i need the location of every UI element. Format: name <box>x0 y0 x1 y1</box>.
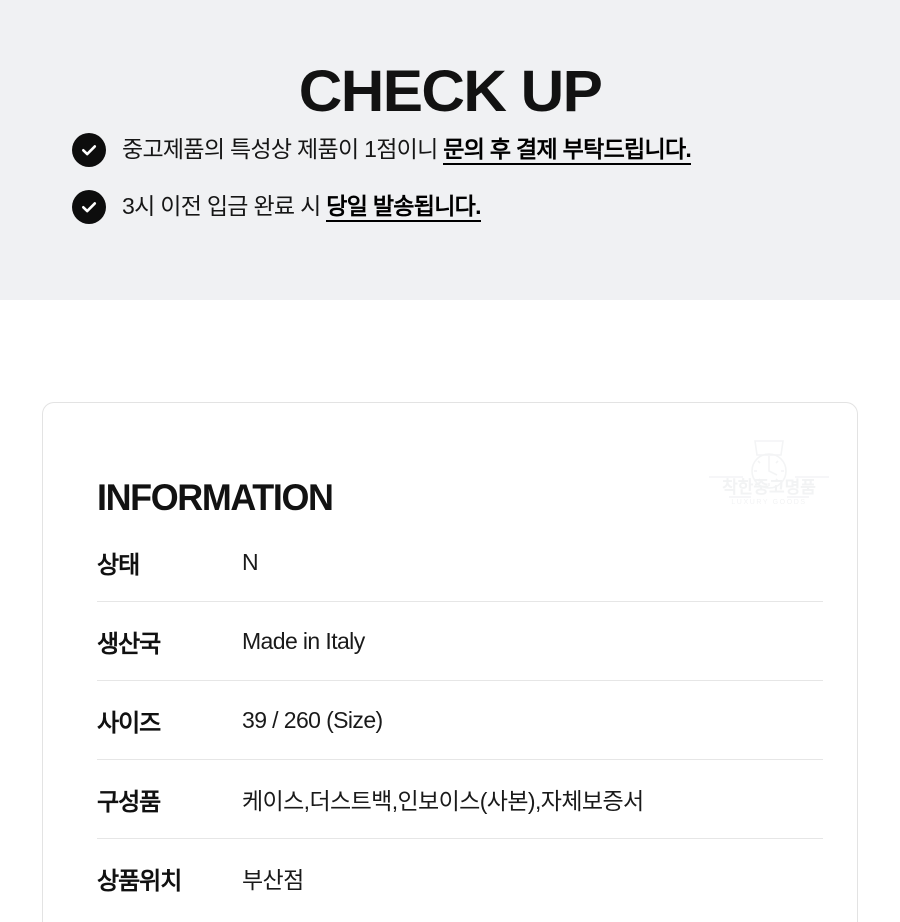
information-heading: INFORMATION <box>97 476 334 518</box>
checkup-item-text: 중고제품의 특성상 제품이 1점이니 문의 후 결제 부탁드립니다. <box>122 132 872 166</box>
table-row: 생산국 Made in Italy <box>97 601 823 680</box>
table-row: 상품위치 부산점 <box>97 838 823 917</box>
checkup-item-text: 3시 이전 입금 완료 시 당일 발송됩니다. <box>122 189 872 223</box>
table-row: 구성품 케이스,더스트백,인보이스(사본),자체보증서 <box>97 759 823 838</box>
checkup-item: 중고제품의 특성상 제품이 1점이니 문의 후 결제 부탁드립니다. <box>72 132 872 167</box>
checkup-section: CHECK UP 중고제품의 특성상 제품이 1점이니 문의 후 결제 부탁드립… <box>0 0 900 300</box>
section-spacer <box>0 300 900 402</box>
table-row: 상태 N <box>97 523 823 601</box>
checkup-item-text-plain: 중고제품의 특성상 제품이 1점이니 <box>122 136 444 162</box>
table-cell-value: Made in Italy <box>242 627 365 654</box>
table-cell-label: 구성품 <box>97 788 161 816</box>
checkup-item: 3시 이전 입금 완료 시 당일 발송됩니다. <box>72 189 872 224</box>
check-circle-icon <box>72 133 106 167</box>
checkup-list: 중고제품의 특성상 제품이 1점이니 문의 후 결제 부탁드립니다. 3시 이전… <box>72 132 872 246</box>
table-cell-value: 39 / 260 (Size) <box>242 706 383 733</box>
table-cell-label: 생산국 <box>97 630 161 658</box>
information-card: INFORMATION 착한중고명품 LUXURY GOODS 상태 N 생산국… <box>42 402 858 922</box>
table-cell-label: 사이즈 <box>97 709 161 737</box>
table-cell-value: 부산점 <box>242 867 304 893</box>
table-row: 사이즈 39 / 260 (Size) <box>97 680 823 759</box>
brand-watermark: 착한중고명품 LUXURY GOODS <box>703 435 835 511</box>
check-circle-icon <box>72 190 106 224</box>
checkup-item-text-emphasis: 당일 발송됩니다. <box>326 193 482 222</box>
watermark-brand-ko: 착한중고명품 <box>722 478 816 497</box>
table-cell-label: 상태 <box>97 551 140 579</box>
page-title: CHECK UP <box>298 58 603 124</box>
table-cell-label: 상품위치 <box>97 867 182 895</box>
checkup-item-text-plain: 3시 이전 입금 완료 시 <box>122 193 327 219</box>
table-cell-value: 케이스,더스트백,인보이스(사본),자체보증서 <box>242 788 644 814</box>
checkup-item-text-emphasis: 문의 후 결제 부탁드립니다. <box>443 136 692 165</box>
watermark-brand-en: LUXURY GOODS <box>731 499 806 506</box>
information-table: 상태 N 생산국 Made in Italy 사이즈 39 / 260 (Siz… <box>97 523 823 917</box>
table-cell-value: N <box>242 548 259 575</box>
